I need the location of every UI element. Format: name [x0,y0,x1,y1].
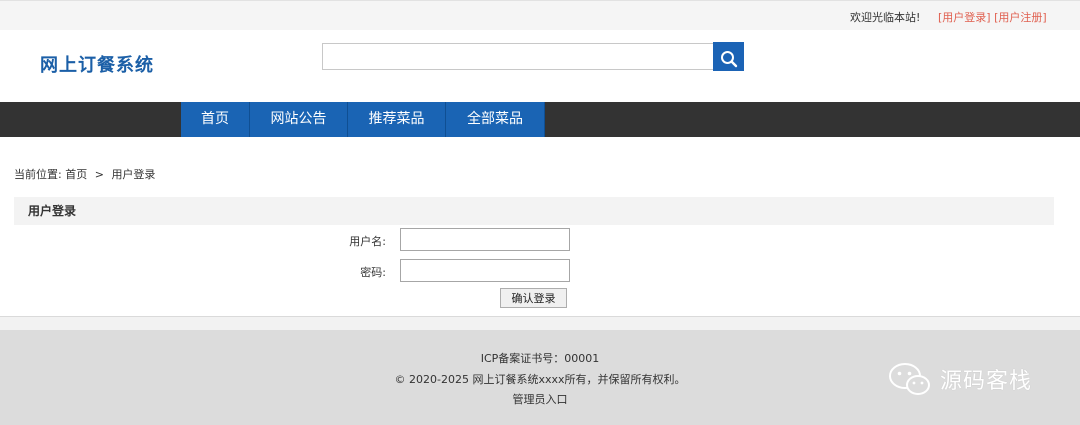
top-bar: 欢迎光临本站! [用户登录] [用户注册] [0,0,1080,30]
footer-divider [0,316,1080,330]
search-button[interactable] [713,42,744,71]
account-links: [用户登录] [用户注册] [938,9,1047,25]
breadcrumb-separator: > [94,168,104,181]
site-title[interactable]: 网上订餐系统 [40,51,154,77]
breadcrumb: 当前位置: 首页 > 用户登录 [14,166,155,182]
nav-item-home[interactable]: 首页 [181,102,250,137]
login-panel-title: 用户登录 [14,197,1054,225]
nav-item-announcements[interactable]: 网站公告 [250,102,348,137]
watermark: 源码客栈 [888,361,1032,397]
welcome-text: 欢迎光临本站! [850,11,921,24]
password-label: 密码: [360,266,386,279]
search-icon [720,51,737,68]
breadcrumb-current: 用户登录 [111,168,156,181]
watermark-text: 源码客栈 [940,369,1033,394]
search-input[interactable] [322,43,714,70]
password-field[interactable] [400,259,570,282]
breadcrumb-home[interactable]: 首页 [65,168,87,181]
header: 网上订餐系统 [0,30,1080,102]
admin-entry-link[interactable]: 管理员入口 [513,393,568,406]
username-field[interactable] [400,228,570,251]
main-nav: 首页 网站公告 推荐菜品 全部菜品 [0,102,1080,137]
username-label: 用户名: [349,235,386,248]
login-link[interactable]: [用户登录] [938,11,991,24]
wechat-icon [889,363,930,395]
register-link[interactable]: [用户注册] [994,11,1047,24]
nav-item-recommended[interactable]: 推荐菜品 [348,102,446,137]
login-submit-button[interactable]: 确认登录 [500,288,567,308]
nav-item-all-dishes[interactable]: 全部菜品 [446,102,545,137]
breadcrumb-prefix: 当前位置: [14,168,62,181]
